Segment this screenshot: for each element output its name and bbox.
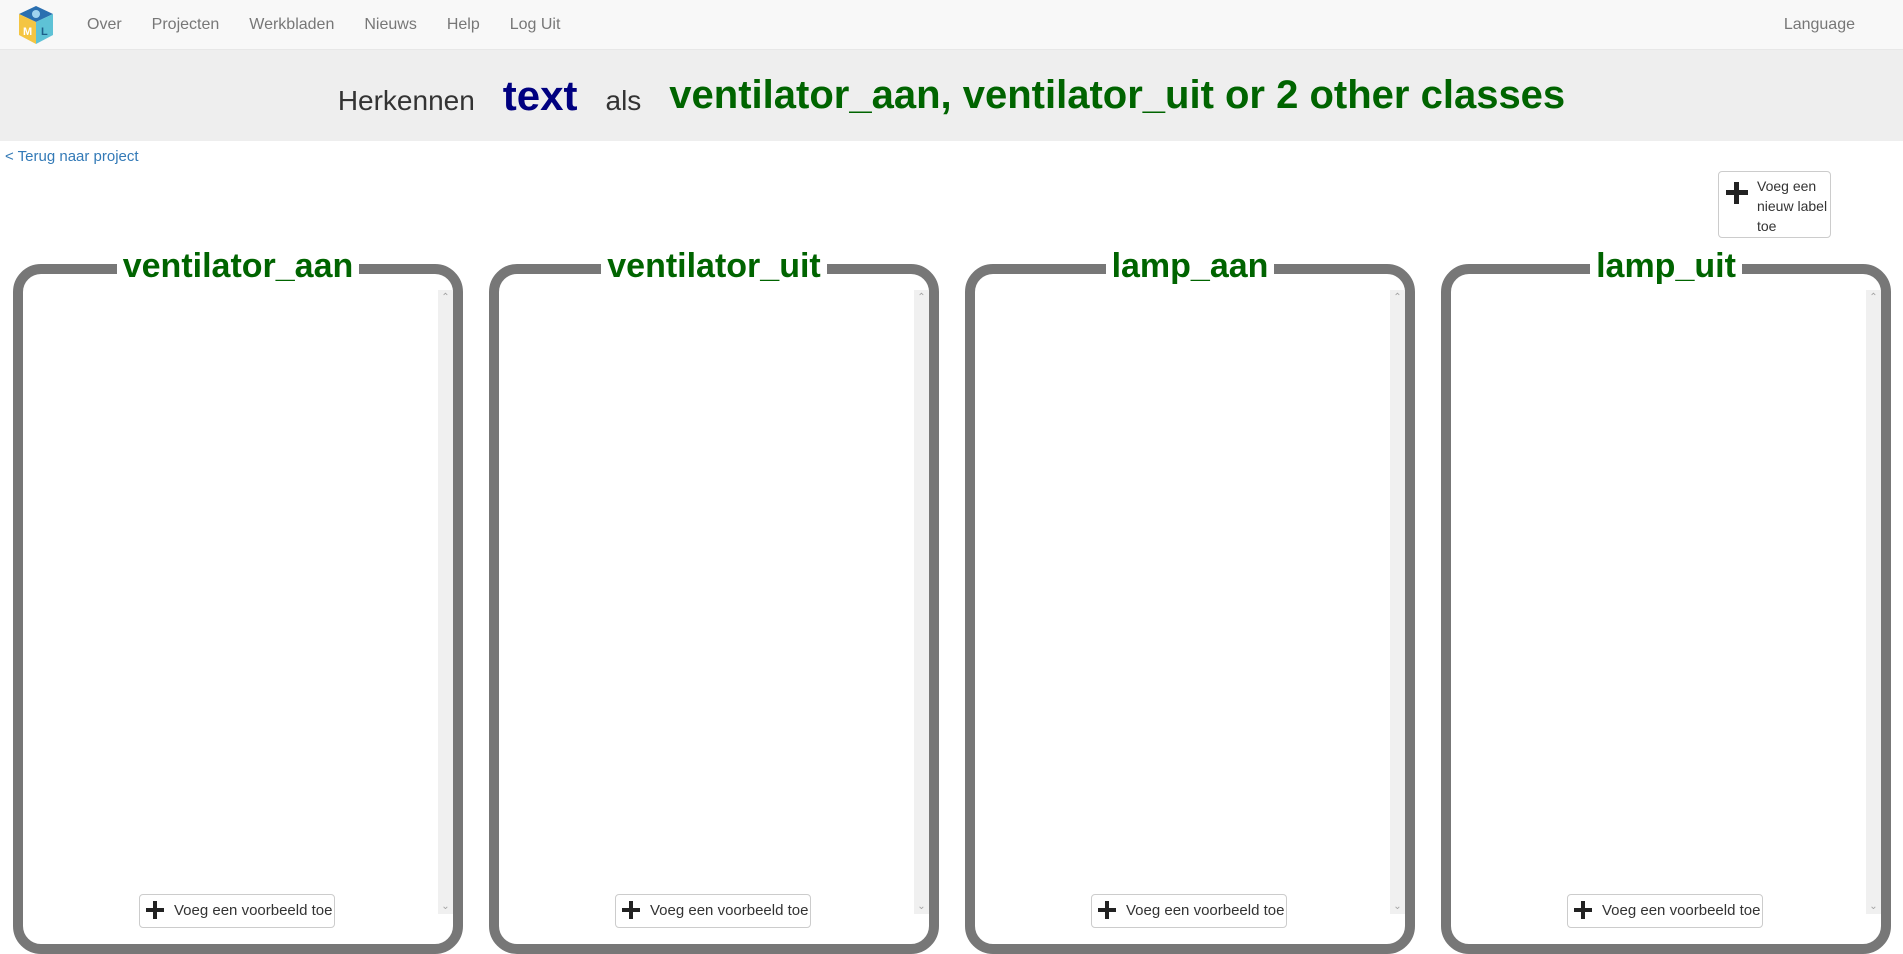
scroll-down-arrow-icon[interactable]: ⌄ (438, 899, 453, 914)
add-new-label-button[interactable]: Voeg een nieuw label toe (1718, 171, 1831, 238)
label-title[interactable]: lamp_aan (1105, 247, 1275, 285)
top-navbar: M L Over Projecten Werkbladen Nieuws Hel… (0, 0, 1903, 50)
add-example-button[interactable]: Voeg een voorbeeld toe (139, 894, 335, 928)
logo-letter-l: L (41, 26, 48, 38)
add-example-label: Voeg een voorbeeld toe (650, 902, 809, 919)
project-headline: Herkennen text als ventilator_aan, venti… (0, 50, 1903, 141)
label-frame (13, 264, 463, 954)
scroll-down-arrow-icon[interactable]: ⌄ (914, 899, 929, 914)
add-new-label-text: Voeg een nieuw label toe (1757, 178, 1828, 234)
label-title[interactable]: lamp_uit (1590, 247, 1742, 285)
label-title[interactable]: ventilator_uit (601, 247, 827, 285)
plus-icon (622, 901, 640, 919)
nav-links: Over Projecten Werkbladen Nieuws Help Lo… (72, 0, 575, 50)
scroll-up-arrow-icon[interactable]: ⌃ (1390, 290, 1405, 305)
headline-recognise: Herkennen (337, 84, 475, 116)
label-column-ventilator-aan: ventilator_aan ⌃ ⌄ Voeg een voorbeeld to… (13, 247, 463, 954)
examples-scrollbar[interactable]: ⌃ ⌄ (438, 290, 453, 914)
headline-classes: ventilator_aan, ventilator_uit or 2 othe… (669, 73, 1566, 117)
add-example-label: Voeg een voorbeeld toe (1602, 902, 1761, 919)
add-example-label: Voeg een voorbeeld toe (1126, 902, 1285, 919)
plus-icon (1726, 182, 1748, 204)
examples-scrollbar[interactable]: ⌃ ⌄ (914, 290, 929, 914)
project-header: Herkennen text als ventilator_aan, venti… (0, 50, 1903, 141)
plus-icon (1574, 901, 1592, 919)
scroll-down-arrow-icon[interactable]: ⌄ (1866, 899, 1881, 914)
logo-letter-m: M (23, 26, 32, 38)
examples-scrollbar[interactable]: ⌃ ⌄ (1390, 290, 1405, 914)
label-column-lamp-aan: lamp_aan ⌃ ⌄ Voeg een voorbeeld toe (965, 247, 1415, 954)
language-menu[interactable]: Language (1784, 0, 1855, 50)
add-example-button[interactable]: Voeg een voorbeeld toe (1567, 894, 1763, 928)
scroll-up-arrow-icon[interactable]: ⌃ (438, 290, 453, 305)
nav-link-over[interactable]: Over (72, 0, 137, 50)
headline-project-type: text (502, 71, 578, 119)
examples-scrollbar[interactable]: ⌃ ⌄ (1866, 290, 1881, 914)
nav-link-nieuws[interactable]: Nieuws (349, 0, 431, 50)
nav-link-projecten[interactable]: Projecten (137, 0, 235, 50)
back-to-project-link[interactable]: < Terug naar project (5, 148, 139, 165)
add-example-label: Voeg een voorbeeld toe (174, 902, 333, 919)
label-column-ventilator-uit: ventilator_uit ⌃ ⌄ Voeg een voorbeeld to… (489, 247, 939, 954)
label-frame (1441, 264, 1891, 954)
nav-link-help[interactable]: Help (432, 0, 495, 50)
scroll-up-arrow-icon[interactable]: ⌃ (1866, 290, 1881, 305)
headline-as: als (605, 84, 642, 116)
scroll-up-arrow-icon[interactable]: ⌃ (914, 290, 929, 305)
plus-icon (146, 901, 164, 919)
add-example-button[interactable]: Voeg een voorbeeld toe (615, 894, 811, 928)
label-column-lamp-uit: lamp_uit ⌃ ⌄ Voeg een voorbeeld toe (1441, 247, 1891, 954)
label-title[interactable]: ventilator_aan (116, 247, 360, 285)
nav-link-werkbladen[interactable]: Werkbladen (234, 0, 349, 50)
plus-icon (1098, 901, 1116, 919)
add-example-button[interactable]: Voeg een voorbeeld toe (1091, 894, 1287, 928)
nav-link-log-uit[interactable]: Log Uit (495, 0, 576, 50)
scroll-down-arrow-icon[interactable]: ⌄ (1390, 899, 1405, 914)
label-frame (965, 264, 1415, 954)
label-frame (489, 264, 939, 954)
ml4k-logo[interactable]: M L (16, 4, 56, 46)
